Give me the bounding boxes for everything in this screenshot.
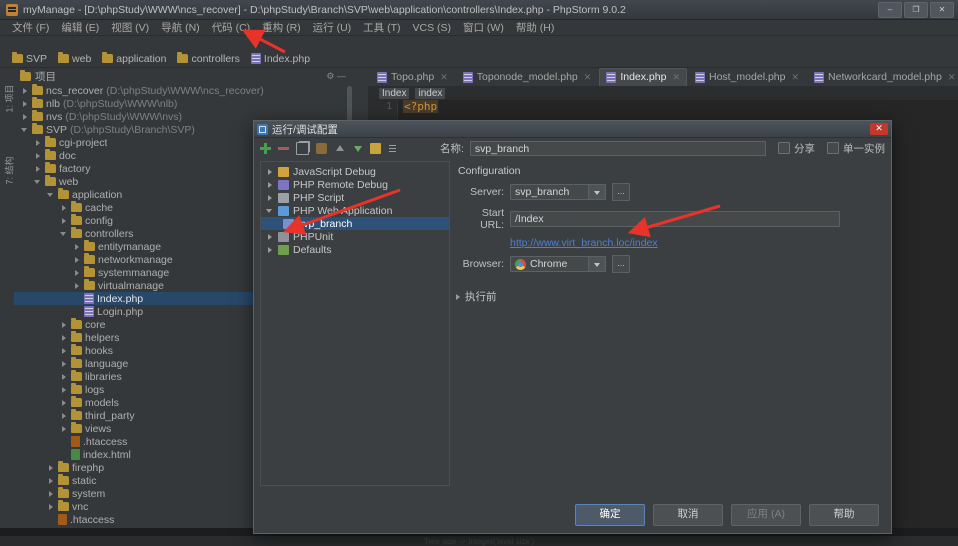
run-icon (283, 218, 294, 229)
browser-select-value: Chrome (530, 258, 568, 270)
browser-select[interactable]: Chrome (510, 256, 606, 272)
sort-icon[interactable] (388, 143, 399, 154)
server-label: Server: (470, 186, 504, 198)
config-tree-row-5[interactable]: PHPUnit (261, 230, 449, 243)
move-down-icon[interactable] (352, 143, 363, 154)
chevron-right-icon[interactable] (265, 245, 274, 254)
start-url-input[interactable]: /Index (510, 211, 840, 227)
server-select-value: svp_branch (515, 186, 570, 198)
dialog-close-button[interactable]: ✕ (870, 123, 888, 135)
dialog-icon (257, 123, 268, 135)
unit-icon (278, 231, 289, 242)
server-select[interactable]: svp_branch (510, 184, 606, 200)
share-checkbox-label: 分享 (794, 142, 815, 155)
config-tree-label: PHP Web Application (293, 204, 393, 217)
browser-row: Browser: Chrome ... (456, 255, 885, 273)
start-url-label: Start URL: (480, 207, 504, 231)
config-tree-row-1[interactable]: PHP Remote Debug (261, 178, 449, 191)
share-checkbox[interactable]: 分享 (778, 141, 815, 156)
before-launch-label: 执行前 (465, 291, 497, 303)
browser-browse-button[interactable]: ... (612, 255, 630, 273)
config-tree-label: PHP Script (293, 191, 345, 204)
chevron-down-icon[interactable] (588, 185, 605, 199)
config-tree-row-3[interactable]: PHP Web Application (261, 204, 449, 217)
dialog-button-0[interactable]: 确定 (575, 504, 645, 526)
config-tree-label: PHPUnit (293, 230, 334, 243)
dialog-titlebar: 运行/调试配置 ✕ (254, 121, 891, 138)
configuration-type-tree[interactable]: JavaScript Debug PHP Remote Debug PHP Scri… (260, 161, 450, 486)
config-checkbox-group: 分享 单一实例 (778, 141, 885, 156)
dialog-title: 运行/调试配置 (272, 123, 338, 136)
chevron-down-icon[interactable] (265, 206, 274, 215)
single-instance-checkbox[interactable]: 单一实例 (827, 141, 885, 156)
config-tree-label: svp_branch (298, 217, 353, 230)
chevron-down-icon[interactable] (588, 257, 605, 271)
config-tree-label: PHP Remote Debug (293, 178, 388, 191)
chrome-icon (515, 258, 526, 270)
copy-icon[interactable] (296, 141, 309, 155)
config-tree-row-2[interactable]: PHP Script (261, 191, 449, 204)
js-icon (278, 166, 289, 177)
config-tree-row-6[interactable]: Defaults (261, 243, 449, 256)
config-tree-row-4[interactable]: svp_branch (261, 217, 449, 230)
dialog-button-2: 应用 (A) (731, 504, 801, 526)
before-launch-section[interactable]: 执行前 (456, 289, 885, 304)
chevron-right-icon[interactable] (456, 293, 460, 300)
chevron-right-icon[interactable] (265, 193, 274, 202)
checkbox-box[interactable] (827, 142, 839, 154)
config-name-input[interactable]: svp_branch (469, 140, 766, 156)
remote-icon (278, 179, 289, 190)
dialog-button-bar[interactable]: 确定 取消 应用 (A) 帮助 (254, 497, 891, 533)
chevron-right-icon[interactable] (265, 180, 274, 189)
single-instance-checkbox-label: 单一实例 (843, 142, 885, 155)
script-icon (278, 192, 289, 203)
config-toolbar-icons[interactable] (260, 141, 440, 155)
web-icon (278, 205, 289, 216)
move-up-icon[interactable] (334, 143, 345, 154)
configuration-settings-panel: Configuration Server: svp_branch ... Sta… (456, 161, 885, 486)
share-icon[interactable] (316, 142, 327, 154)
checkbox-box[interactable] (778, 142, 790, 154)
config-name-label: 名称: (440, 142, 464, 155)
config-tree-label: JavaScript Debug (293, 165, 376, 178)
phpstorm-window: myManage - [D:\phpStudy\WWW\ncs_recover]… (0, 0, 958, 546)
dialog-button-3[interactable]: 帮助 (809, 504, 879, 526)
resolved-url-link[interactable]: http://www.virt_branch.loc/index (510, 237, 885, 249)
server-row: Server: svp_branch ... (456, 183, 885, 201)
config-name-row: 名称: svp_branch (440, 140, 766, 156)
config-tree-label: Defaults (293, 243, 332, 256)
run-debug-configurations-dialog: 运行/调试配置 ✕ 名称: svp_branch 分享 单一实例 JavaScr… (253, 120, 892, 534)
dialog-button-1[interactable]: 取消 (653, 504, 723, 526)
remove-icon[interactable] (278, 143, 289, 154)
dialog-body: JavaScript Debug PHP Remote Debug PHP Scri… (260, 161, 885, 486)
chevron-right-icon[interactable] (265, 167, 274, 176)
def-icon (278, 244, 289, 255)
chevron-right-icon[interactable] (265, 232, 274, 241)
config-tree-row-0[interactable]: JavaScript Debug (261, 165, 449, 178)
dialog-toolbar: 名称: svp_branch 分享 单一实例 (254, 137, 891, 159)
configuration-section-title: Configuration (458, 165, 521, 177)
server-browse-button[interactable]: ... (612, 183, 630, 201)
browser-label: Browser: (462, 258, 504, 270)
start-url-row: Start URL: /Index (456, 207, 885, 231)
add-icon[interactable] (260, 142, 271, 154)
folder-icon[interactable] (370, 142, 381, 154)
